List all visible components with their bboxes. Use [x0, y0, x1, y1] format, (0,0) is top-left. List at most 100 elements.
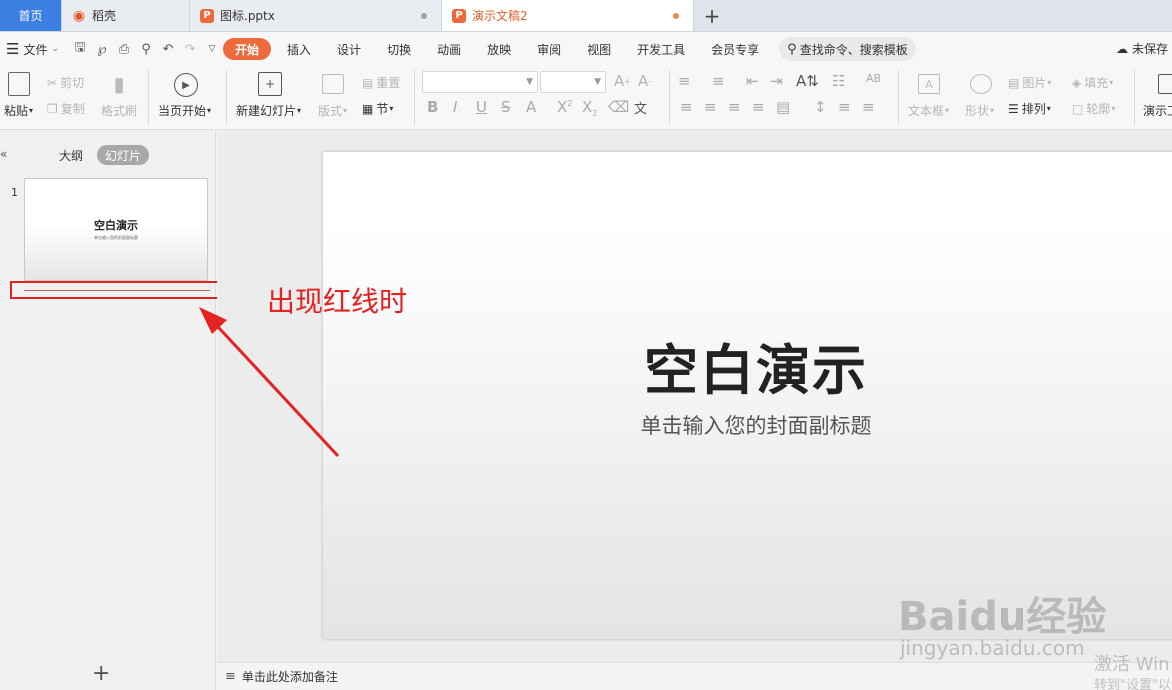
- tab-slideshow[interactable]: 放映: [477, 38, 521, 60]
- paste-button[interactable]: 粘贴 ▾: [4, 102, 33, 119]
- line-spacing-icon[interactable]: ↕: [814, 98, 827, 116]
- play-from-current-icon[interactable]: ▶: [174, 73, 198, 97]
- copy-label: 复制: [60, 102, 85, 116]
- copy-button[interactable]: ❐ 复制: [47, 100, 85, 117]
- collapse-panel-icon[interactable]: «: [0, 147, 7, 161]
- new-slide-button[interactable]: 新建幻灯片 ▾: [236, 102, 301, 119]
- distribute-icon[interactable]: ▤: [776, 98, 790, 116]
- new-tab-button[interactable]: +: [694, 0, 730, 31]
- reset-button[interactable]: ▤ 重置: [362, 74, 400, 91]
- text-box-button[interactable]: 文本框 ▾: [908, 102, 949, 119]
- format-painter-button[interactable]: 格式刷: [101, 102, 137, 119]
- bold-icon[interactable]: B: [427, 98, 438, 116]
- underline-icon[interactable]: U: [476, 98, 487, 116]
- paste-label: 粘贴: [4, 104, 29, 118]
- command-search-box[interactable]: ⚲ 查找命令、搜索模板: [779, 37, 916, 61]
- tab-outline[interactable]: 大纲: [59, 145, 83, 165]
- slide-title[interactable]: 空白演示: [323, 326, 1172, 405]
- paragraph-spacing-icon[interactable]: ≡: [838, 98, 851, 116]
- tab-developer[interactable]: 开发工具: [627, 38, 695, 60]
- tab-animations[interactable]: 动画: [427, 38, 471, 60]
- decrease-font-icon[interactable]: A-: [638, 72, 651, 90]
- phonetic-guide-icon[interactable]: 文: [634, 98, 647, 117]
- notes-bar[interactable]: ≡ 单击此处添加备注: [217, 662, 1172, 690]
- undo-icon[interactable]: ↶: [157, 38, 179, 60]
- bullet-list-icon[interactable]: ≡: [678, 72, 691, 90]
- shape-icon[interactable]: [970, 74, 992, 94]
- clear-format-icon[interactable]: ⌫: [608, 98, 629, 116]
- tab-start[interactable]: 开始: [223, 38, 272, 60]
- format-brush-icon[interactable]: ℘: [91, 38, 113, 60]
- tab-design[interactable]: 设计: [327, 38, 371, 60]
- italic-icon[interactable]: I: [453, 98, 457, 116]
- dropdown-arrow-icon: ▾: [389, 104, 394, 113]
- print-icon[interactable]: ⎙: [113, 38, 135, 60]
- font-family-select[interactable]: ▼: [422, 71, 538, 93]
- print-preview-icon[interactable]: ⚲: [135, 38, 157, 60]
- align-center-icon[interactable]: ≡: [704, 98, 717, 116]
- align-left-icon[interactable]: ≡: [680, 98, 693, 116]
- arrange-button[interactable]: ☰ 排列 ▾: [1008, 100, 1051, 117]
- redo-icon[interactable]: ↷: [179, 38, 201, 60]
- cloud-save-status[interactable]: ☁ 未保存: [1116, 40, 1168, 57]
- dropdown-arrow-icon: ▾: [1111, 104, 1116, 113]
- tab-close-dot-icon[interactable]: [421, 13, 427, 19]
- layout-button[interactable]: 版式 ▾: [318, 102, 347, 119]
- font-size-select[interactable]: ▼: [540, 71, 606, 93]
- file-menu[interactable]: 文件: [23, 41, 47, 58]
- paragraph-settings-icon[interactable]: ≡: [862, 98, 875, 116]
- numbered-list-icon[interactable]: ≡: [712, 72, 725, 90]
- format-painter-icon[interactable]: ▮: [110, 72, 128, 96]
- tab-unsaved-dot-icon[interactable]: [673, 13, 679, 19]
- tab-transitions[interactable]: 切换: [377, 38, 421, 60]
- reset-label: 重置: [376, 76, 401, 90]
- plus-icon: +: [703, 3, 721, 28]
- columns-icon[interactable]: ☷: [832, 72, 845, 90]
- text-align-icon[interactable]: AB: [866, 72, 881, 85]
- present-tool-icon[interactable]: [1158, 74, 1172, 94]
- present-tool-button[interactable]: 演示工: [1143, 102, 1172, 119]
- font-color-icon[interactable]: A: [526, 98, 536, 116]
- slide-subtitle[interactable]: 单击输入您的封面副标题: [323, 410, 1172, 440]
- hamburger-menu-icon[interactable]: ☰: [6, 40, 19, 58]
- activate-windows-line1: 激活 Win: [1094, 654, 1170, 675]
- fill-button[interactable]: ◈ 填充 ▾: [1072, 74, 1113, 91]
- shape-button[interactable]: 形状 ▾: [965, 102, 994, 119]
- chevron-down-icon[interactable]: ⌄: [51, 44, 59, 54]
- increase-font-icon[interactable]: A +: [614, 72, 631, 90]
- play-from-current-button[interactable]: 当页开始 ▾: [158, 102, 211, 119]
- tab-home[interactable]: 首页: [0, 0, 62, 31]
- tab-member[interactable]: 会员专享: [701, 38, 769, 60]
- current-slide[interactable]: 空白演示 单击输入您的封面副标题: [323, 152, 1172, 639]
- subscript-icon[interactable]: X2: [582, 98, 597, 118]
- tab-view[interactable]: 视图: [577, 38, 621, 60]
- increase-indent-icon[interactable]: ⇥: [770, 72, 783, 90]
- text-direction-icon[interactable]: A⇅: [796, 72, 819, 90]
- section-button[interactable]: ▦ 节 ▾: [362, 100, 393, 117]
- tab-review[interactable]: 审阅: [527, 38, 571, 60]
- cut-label: 剪切: [60, 76, 85, 90]
- align-right-icon[interactable]: ≡: [728, 98, 741, 116]
- justify-icon[interactable]: ≡: [752, 98, 765, 116]
- layout-icon[interactable]: [322, 74, 344, 94]
- add-slide-button[interactable]: +: [92, 661, 110, 686]
- fill-label: 填充: [1084, 76, 1109, 90]
- outline-button[interactable]: □ 轮廓 ▾: [1072, 100, 1115, 117]
- picture-button[interactable]: ▤ 图片 ▾: [1008, 74, 1051, 91]
- cut-button[interactable]: ✂ 剪切: [47, 74, 84, 91]
- text-box-icon[interactable]: A: [918, 74, 940, 94]
- save-icon[interactable]: 🖫: [69, 38, 91, 60]
- tab-daoke[interactable]: ◉ 稻壳: [62, 0, 190, 31]
- tab-file-pptx[interactable]: P 图标.pptx: [190, 0, 442, 31]
- tab-slides[interactable]: 幻灯片: [97, 145, 150, 165]
- decrease-indent-icon[interactable]: ⇤: [746, 72, 759, 90]
- paste-icon[interactable]: [8, 72, 30, 96]
- superscript-icon[interactable]: X2: [557, 98, 572, 116]
- daoke-flame-icon: ◉: [72, 7, 86, 24]
- slide-thumbnail[interactable]: 空白演示 单击输入您的封面副标题: [24, 178, 208, 281]
- tab-insert[interactable]: 插入: [277, 38, 321, 60]
- customize-quick-access-icon[interactable]: ▽: [201, 38, 223, 60]
- new-slide-icon[interactable]: +: [258, 72, 282, 96]
- strikethrough-icon[interactable]: S: [501, 98, 511, 116]
- tab-active-document[interactable]: P 演示文稿2: [442, 0, 694, 31]
